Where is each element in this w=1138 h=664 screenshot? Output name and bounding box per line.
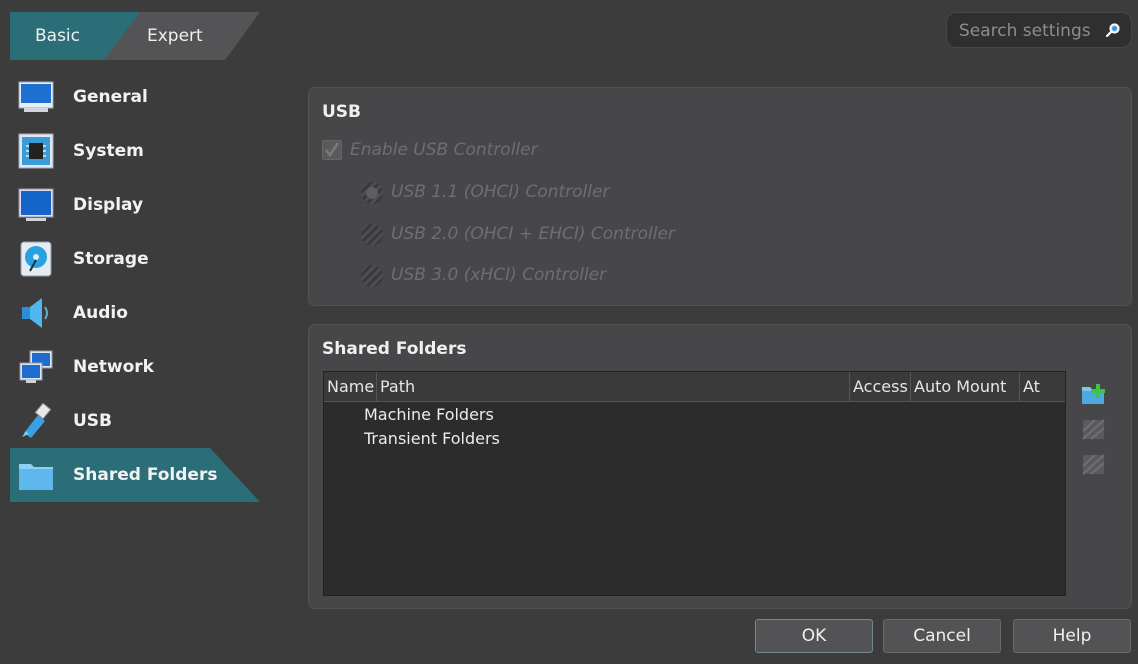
search-input[interactable]	[957, 19, 1097, 43]
sidebar-item-label: Network	[73, 357, 154, 377]
table-header: Name Path Access Auto Mount At	[324, 372, 1065, 402]
sidebar-item-usb[interactable]: USB	[10, 394, 260, 448]
shared-folders-table[interactable]: Name Path Access Auto Mount At Machine F…	[323, 371, 1066, 596]
shared-folders-title: Shared Folders	[322, 339, 467, 359]
cancel-button[interactable]: Cancel	[883, 619, 1001, 653]
help-button[interactable]: Help	[1013, 619, 1131, 653]
chip-icon	[18, 133, 54, 169]
monitor-icon	[18, 81, 54, 112]
enable-usb-checkbox[interactable]	[322, 140, 342, 160]
edit-folder-icon[interactable]	[1081, 416, 1107, 442]
ok-button[interactable]: OK	[755, 619, 873, 653]
table-row[interactable]: Machine Folders	[324, 403, 1065, 427]
speaker-icon	[22, 298, 48, 328]
usb-2-0-radio[interactable]	[361, 224, 383, 246]
sidebar-item-label: Display	[73, 195, 144, 215]
sidebar-item-network[interactable]: Network	[10, 340, 260, 394]
shared-folders-group: Shared Folders Name Path Access Auto Mou…	[308, 324, 1132, 609]
row-label: Transient Folders	[364, 429, 500, 448]
row-label: Machine Folders	[364, 405, 494, 424]
checkmark-icon	[325, 142, 340, 158]
column-path[interactable]: Path	[377, 372, 850, 402]
usb-1-1-radio[interactable]	[361, 182, 383, 204]
sidebar-item-system[interactable]: System	[10, 124, 260, 178]
table-row[interactable]: Transient Folders	[324, 427, 1065, 451]
usb-icon	[22, 403, 52, 438]
sidebar-item-storage[interactable]: Storage	[10, 232, 260, 286]
sidebar-item-label: Shared Folders	[73, 465, 218, 485]
usb-3-0-radio[interactable]	[361, 265, 383, 287]
column-name[interactable]: Name	[324, 372, 377, 402]
sidebar-item-label: USB	[73, 411, 113, 431]
sidebar-item-label: Storage	[73, 249, 149, 269]
usb-2-0-label: USB 2.0 (OHCI + EHCI) Controller	[391, 224, 675, 244]
disk-icon	[20, 241, 52, 277]
sidebar-item-display[interactable]: Display	[10, 178, 260, 232]
usb-3-0-label: USB 3.0 (xHCI) Controller	[391, 265, 607, 285]
search-icon[interactable]	[1105, 22, 1121, 38]
enable-usb-label: Enable USB Controller	[350, 140, 538, 160]
sidebar-item-shared-folders[interactable]: Shared Folders	[10, 448, 260, 502]
remove-folder-icon[interactable]	[1081, 451, 1107, 477]
column-auto-mount[interactable]: Auto Mount	[911, 372, 1020, 402]
add-folder-icon[interactable]	[1081, 381, 1107, 407]
usb-group: USB Enable USB Controller USB 1.1 (OHCI)…	[308, 87, 1132, 306]
usb-1-1-label: USB 1.1 (OHCI) Controller	[391, 182, 610, 202]
sidebar-item-general[interactable]: General	[10, 70, 260, 124]
sidebar-item-label: Audio	[73, 303, 128, 323]
column-access[interactable]: Access	[850, 372, 911, 402]
display-icon	[18, 188, 54, 221]
network-icon	[19, 350, 53, 383]
sidebar-item-label: General	[73, 87, 148, 107]
sidebar-item-label: System	[73, 141, 144, 161]
folder-icon	[19, 464, 53, 490]
search-box	[946, 12, 1132, 48]
usb-group-title: USB	[322, 102, 362, 122]
column-at[interactable]: At	[1020, 372, 1065, 402]
sidebar-item-audio[interactable]: Audio	[10, 286, 260, 340]
settings-sidebar: General System Display Storage Audio Net…	[10, 70, 260, 502]
mode-tabs: Expert Basic	[10, 12, 260, 60]
